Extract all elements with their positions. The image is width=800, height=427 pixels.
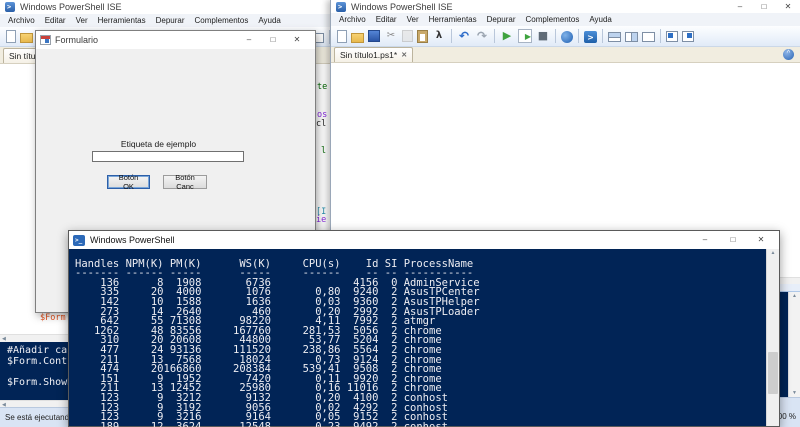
toolbar-separator (555, 29, 556, 43)
titlebar[interactable]: Windows PowerShell ISE – □ ✕ (331, 0, 800, 13)
open-script-icon[interactable] (20, 33, 33, 43)
toolbar-separator (660, 29, 661, 43)
titlebar[interactable]: Windows PowerShell – □ ✕ (69, 231, 779, 249)
scroll-up-icon[interactable]: ▲ (767, 250, 779, 256)
menu-item-depurar[interactable]: Depurar (151, 16, 190, 25)
toolbar-separator (602, 29, 603, 43)
titlebar[interactable]: Formulario – □ ✕ (36, 31, 315, 49)
popout-console-icon[interactable] (682, 31, 694, 42)
maximize-button[interactable]: □ (719, 234, 747, 246)
tab-bar: Sin título1.ps1* ✕ ^ (331, 47, 800, 63)
form-icon (40, 35, 51, 45)
window-title: Windows PowerShell ISE (20, 2, 122, 12)
close-button[interactable]: ✕ (747, 234, 775, 246)
scroll-down-icon[interactable]: ▼ (789, 390, 800, 396)
tab-label: Sin títul (9, 51, 37, 61)
code-fragment: te (317, 83, 327, 92)
menu-item-ayuda[interactable]: Ayuda (253, 16, 286, 25)
code-fragment: ie (316, 216, 326, 225)
start-powershell-icon[interactable] (584, 31, 597, 43)
cancel-button[interactable]: Botón Canc (163, 175, 207, 189)
layout-max-icon[interactable] (642, 32, 655, 42)
window-title: Formulario (55, 35, 98, 45)
menu-item-ver[interactable]: Ver (402, 15, 424, 24)
vertical-scrollbar[interactable]: ▲ (766, 249, 779, 426)
stop-operation-icon[interactable] (536, 29, 550, 43)
menu-bar: ArchivoEditarVerHerramientasDepurarCompl… (331, 13, 800, 26)
new-script-icon[interactable] (6, 30, 16, 43)
text-input[interactable] (92, 151, 244, 162)
maximize-button[interactable]: □ (261, 34, 285, 46)
minimize-button[interactable]: – (691, 234, 719, 246)
code-fragment: $Form (40, 314, 66, 323)
menu-item-complementos[interactable]: Complementos (521, 15, 585, 24)
minimize-button[interactable]: – (728, 1, 752, 13)
menu-item-editar[interactable]: Editar (40, 16, 71, 25)
menu-item-archivo[interactable]: Archivo (334, 15, 371, 24)
toolbar (331, 26, 800, 47)
menu-item-herramientas[interactable]: Herramientas (424, 15, 482, 24)
process-table-output: Handles NPM(K) PM(K) WS(K) CPU(s) Id SI … (75, 250, 480, 427)
tab-close-icon[interactable]: ✕ (401, 51, 407, 59)
undo-icon[interactable] (457, 29, 471, 43)
toolbar-separator (578, 29, 579, 43)
code-fragment: l (321, 147, 326, 156)
menu-item-ayuda[interactable]: Ayuda (584, 15, 617, 24)
new-script-icon[interactable] (337, 30, 347, 43)
scroll-up-icon[interactable]: ▲ (789, 293, 800, 299)
clear-console-icon[interactable] (432, 29, 446, 43)
close-button[interactable]: ✕ (776, 1, 800, 13)
ok-button[interactable]: Botón OK (107, 175, 150, 189)
tab-script[interactable]: Sin título1.ps1* ✕ (334, 47, 413, 62)
close-button[interactable]: ✕ (285, 34, 309, 46)
run-script-icon[interactable] (500, 29, 514, 43)
titlebar[interactable]: Windows PowerShell ISE (0, 0, 331, 14)
powershell-ise-icon (336, 2, 346, 12)
collapse-chevron-icon[interactable]: ^ (783, 49, 794, 60)
tab-label: Sin título1.ps1* (340, 50, 397, 60)
new-remote-tab-icon[interactable] (561, 31, 573, 43)
menu-bar: ArchivoEditarVerHerramientasDepurarCompl… (0, 14, 331, 27)
example-label: Etiqueta de ejemplo (76, 139, 241, 149)
powershell-icon (73, 235, 85, 246)
popout-script-icon[interactable] (666, 31, 678, 42)
menu-item-editar[interactable]: Editar (371, 15, 402, 24)
menu-item-archivo[interactable]: Archivo (3, 16, 40, 25)
open-script-icon[interactable] (351, 33, 364, 43)
desktop: Windows PowerShell ISE ArchivoEditarVerH… (0, 0, 800, 427)
layout-split-icon[interactable] (608, 32, 621, 42)
powershell-console-window: Windows PowerShell – □ ✕ Handles NPM(K) … (68, 230, 780, 427)
window-title: Windows PowerShell (90, 235, 175, 245)
scrollbar-thumb[interactable] (768, 352, 778, 394)
toolbar-separator (494, 29, 495, 43)
window-title: Windows PowerShell ISE (351, 2, 453, 12)
copy-icon[interactable] (402, 30, 413, 42)
powershell-ise-icon (5, 2, 15, 12)
toolbar-separator (451, 29, 452, 43)
layout-right-icon[interactable] (625, 32, 638, 42)
menu-item-herramientas[interactable]: Herramientas (93, 16, 151, 25)
vertical-scrollbar[interactable]: ▲ ▼ (788, 292, 800, 397)
menu-item-depurar[interactable]: Depurar (482, 15, 521, 24)
maximize-button[interactable]: □ (752, 1, 776, 13)
save-icon[interactable] (368, 30, 380, 42)
menu-item-ver[interactable]: Ver (71, 16, 93, 25)
redo-icon[interactable] (475, 29, 489, 43)
cut-icon[interactable] (384, 29, 398, 43)
minimize-button[interactable]: – (237, 34, 261, 46)
code-fragment: cl (316, 120, 326, 129)
paste-icon[interactable] (417, 30, 428, 43)
run-selection-icon[interactable] (518, 29, 532, 43)
menu-item-complementos[interactable]: Complementos (190, 16, 254, 25)
